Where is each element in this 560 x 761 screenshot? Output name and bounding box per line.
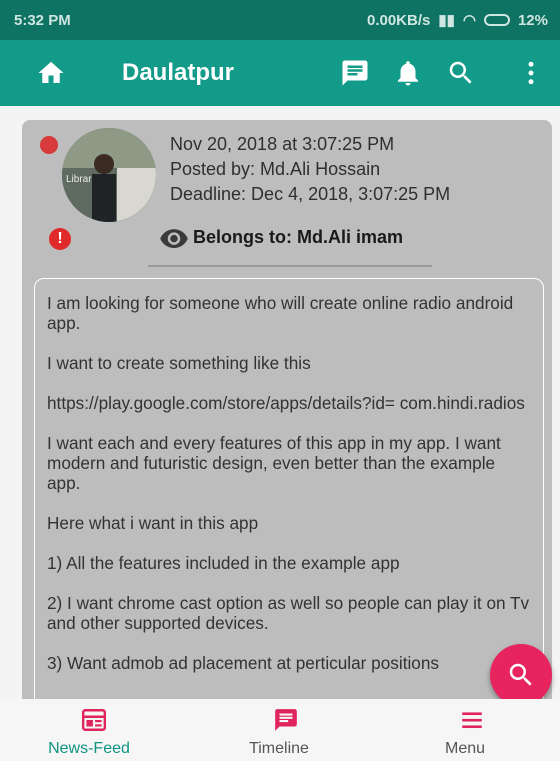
post-description[interactable]: I am looking for someone who will create… [34,278,544,718]
paragraph: https://play.google.com/store/apps/detai… [47,393,525,413]
deadline: Deadline: Dec 4, 2018, 3:07:25 PM [170,184,451,204]
battery-icon [483,14,510,26]
app-bar: Daulatpur [0,40,560,106]
post-card[interactable]: Librar Nov 20, 2018 at 3:07:25 PM Posted… [22,120,552,718]
post-meta: Nov 20, 2018 at 3:07:25 PM Posted by: Md… [170,132,450,207]
bottom-nav: News-Feed Timeline Menu [0,699,560,761]
status-time: 5:32 PM [14,11,71,29]
avatar-photo: Librar [62,128,156,222]
menu-icon [462,712,482,729]
paragraph: I want each and every features of this a… [47,433,501,493]
belongs-to-label: Belongs to: Md.Ali imam [193,227,404,247]
belongs-to: Belongs to: Md.Ali imam [159,227,403,248]
feed-content: Librar Nov 20, 2018 at 3:07:25 PM Posted… [0,106,560,718]
search-icon [509,663,532,686]
search-fab[interactable] [490,644,552,706]
app-title: Daulatpur [122,59,235,86]
nav-label: Timeline [249,740,309,757]
message-icon[interactable] [340,58,370,88]
nav-item-timeline[interactable]: Timeline [186,699,372,761]
message-icon [275,709,297,731]
signal-icon: ▮▮ [438,12,455,29]
status-right: 0.00KB/s ▮▮ ◠ 12% [366,11,548,30]
paragraph: 2) I want chrome cast option as well so … [47,593,530,633]
status-dot [40,136,58,154]
newspaper-icon [81,709,107,731]
status-bar: 5:32 PM 0.00KB/s ▮▮ ◠ 12% [0,0,560,40]
avatar-sign-text: Librar [66,174,92,185]
paragraph: I am looking for someone who will create… [47,293,514,333]
paragraph: I want to create something like this [47,353,311,373]
bell-icon[interactable] [393,58,423,88]
battery-level: 12% [517,11,548,29]
eye-icon [160,228,188,248]
paragraph: Here what i want in this app [47,513,259,533]
wifi-icon: ◠ [462,12,476,29]
paragraph: 3) Want admob ad placement at perticular… [47,653,440,673]
alert-icon[interactable]: ! [49,228,71,250]
paragraph: 1) All the features included in the exam… [47,553,400,573]
more-vert-icon[interactable] [516,58,546,88]
home-icon[interactable] [36,58,66,88]
nav-label: Menu [444,740,486,757]
nav-item-news-feed[interactable]: News-Feed [0,699,186,761]
posted-by: Posted by: Md.Ali Hossain [170,159,381,179]
nav-item-menu[interactable]: Menu [372,699,558,761]
search-icon[interactable] [446,58,476,88]
network-speed: 0.00KB/s [366,11,431,29]
post-date: Nov 20, 2018 at 3:07:25 PM [170,134,395,154]
nav-label: News-Feed [48,740,130,757]
avatar[interactable]: Librar [62,128,156,222]
divider [148,265,432,267]
